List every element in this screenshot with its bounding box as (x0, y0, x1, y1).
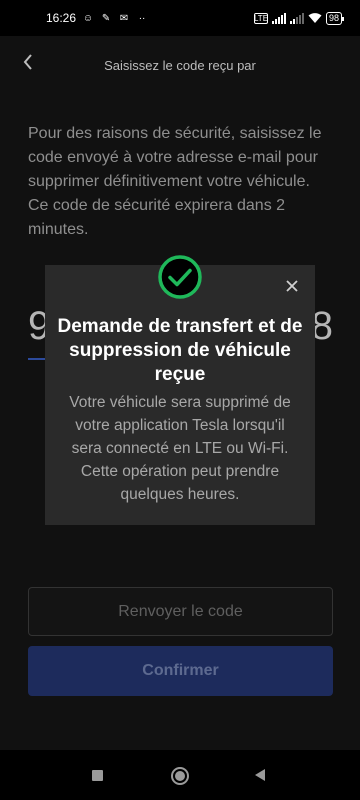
back-icon[interactable] (255, 769, 265, 781)
transfer-confirmation-dialog: Demande de transfert et de suppression d… (45, 265, 315, 525)
more-notifications-icon: ·· (138, 12, 146, 24)
description-text: Pour des raisons de sécurité, saisissez … (28, 125, 322, 238)
dialog-title: Demande de transfert et de suppression d… (57, 316, 303, 385)
page-title: Saisissez le code reçu par (104, 58, 256, 73)
battery-level: 98 (328, 13, 339, 23)
status-time: 16:26 (46, 11, 77, 25)
signal-icon (289, 12, 304, 24)
home-icon[interactable] (171, 767, 189, 785)
confirm-button[interactable]: Confirmer (28, 646, 333, 696)
status-bar: 16:26 ☺ ✎ ✉ ·· LTE 98 (0, 0, 360, 36)
navigation-bar (0, 750, 360, 800)
resend-code-button[interactable]: Renvoyer le code (28, 587, 333, 636)
wifi-icon (308, 13, 322, 23)
dialog-message: Votre véhicule sera supprimé de votre ap… (69, 394, 291, 503)
volte-icon: LTE (253, 12, 269, 24)
header: Saisissez le code reçu par (0, 36, 360, 96)
battery-icon: 98 (325, 11, 345, 25)
notification-icon: ✉ (119, 12, 129, 24)
notification-icon: ☺ (82, 12, 94, 24)
recent-apps-icon[interactable] (92, 770, 103, 781)
signal-icon (271, 12, 286, 24)
check-circle-icon (158, 255, 202, 299)
notification-icon: ✎ (101, 12, 111, 24)
close-icon[interactable] (283, 277, 301, 295)
